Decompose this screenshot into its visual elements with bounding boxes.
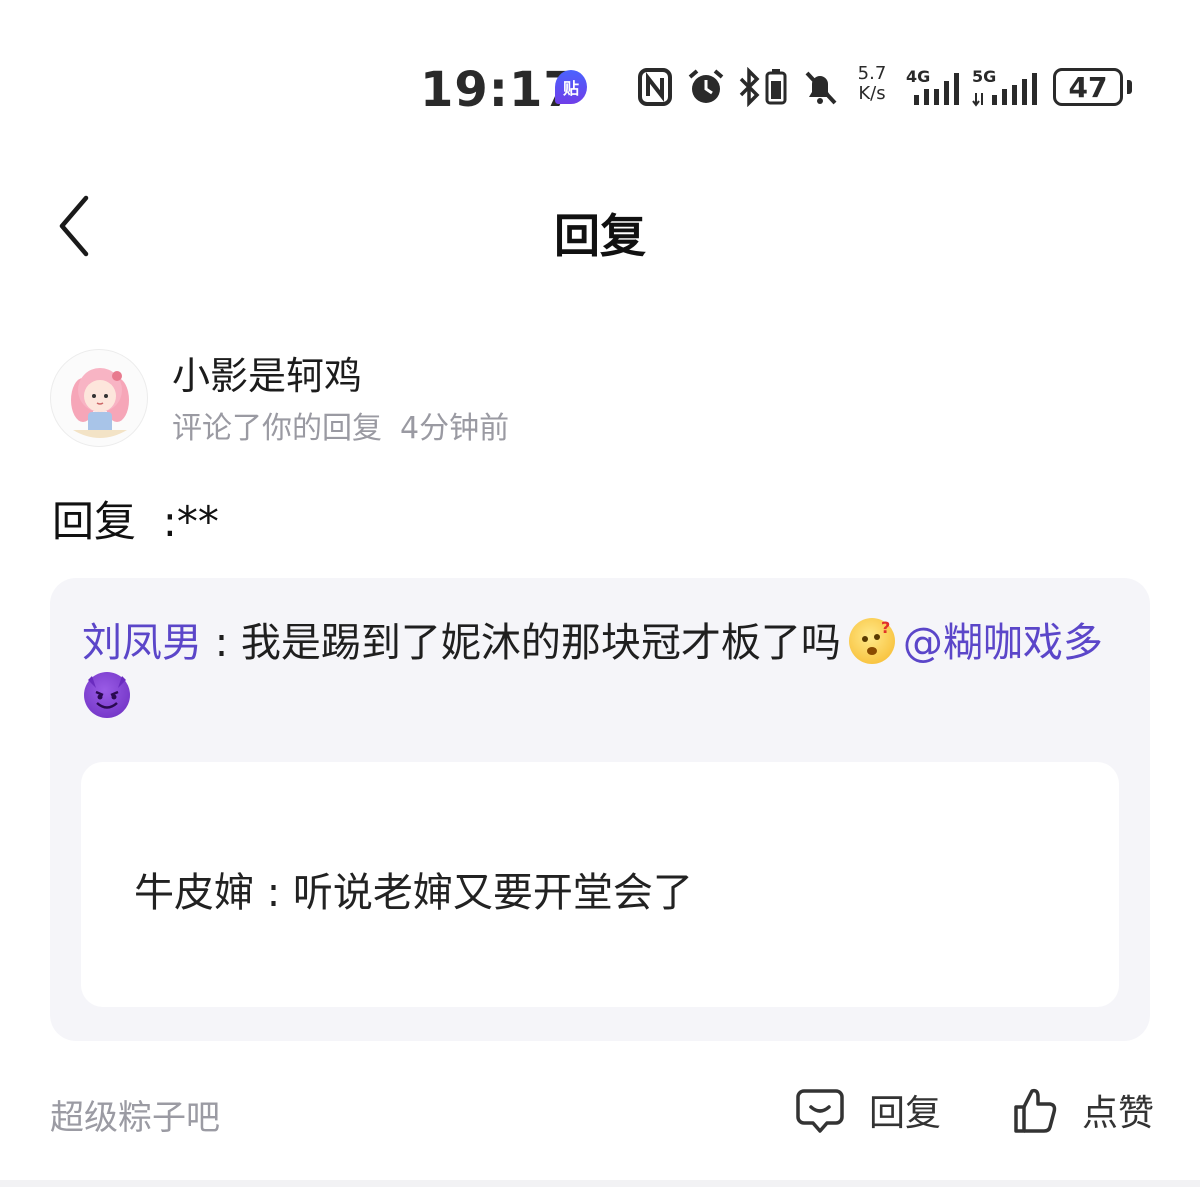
tieba-app-icon: 贴 [555, 70, 587, 104]
like-label: 点赞 [1082, 1093, 1155, 1134]
signal-5g-icon: 5G [972, 66, 1042, 108]
bluetooth-battery-icon [737, 66, 791, 108]
battery-indicator: 47 [1053, 68, 1123, 106]
girl-avatar-icon [71, 368, 129, 438]
bottom-divider [0, 1180, 1200, 1187]
forum-name[interactable]: 超级粽子吧 [50, 1090, 220, 1139]
comment-bubble-icon [796, 1089, 844, 1133]
quote-author[interactable]: 刘凤男 [82, 620, 202, 666]
original-separator: : [254, 870, 293, 916]
original-body: 听说老婶又要开堂会了 [292, 870, 693, 916]
avatar[interactable] [50, 349, 148, 447]
quote-separator: : [202, 620, 241, 666]
page-title: 回复 [554, 209, 646, 263]
mute-bell-icon [801, 66, 839, 108]
signal-4g-icon: 4G [906, 66, 964, 108]
comment-meta: 评论了你的回复 4分钟前 [172, 403, 509, 447]
thumbs-up-icon [1014, 1088, 1057, 1133]
reply-label: 回复 [869, 1093, 942, 1134]
smiling-devil-emoji-icon [84, 672, 130, 718]
original-post-text: 牛皮婶 : 听说老婶又要开堂会了 [134, 860, 693, 918]
mention-link[interactable]: @糊咖戏多 [903, 620, 1103, 666]
quote-body: 我是踢到了妮沐的那块冠才板了吗 [240, 620, 841, 666]
quoted-reply-text: 刘凤男 : 我是踢到了妮沐的那块冠才板了吗 ? @糊咖戏多 [82, 616, 1122, 724]
reply-content: 回复 :** [52, 497, 219, 546]
timestamp: 4分钟前 [400, 411, 510, 446]
like-button[interactable]: 点赞 [1012, 1082, 1154, 1138]
svg-text:?: ? [881, 618, 890, 637]
network-speed: 5.7 K/s [857, 63, 887, 104]
thinking-face-emoji-icon: ? [848, 618, 895, 664]
original-author: 牛皮婶 [134, 870, 254, 916]
nfc-icon [637, 66, 673, 108]
action-text: 评论了你的回复 [172, 411, 382, 446]
battery-tip [1127, 80, 1132, 94]
reply-button[interactable]: 回复 [795, 1082, 941, 1138]
alarm-icon [686, 66, 726, 108]
username[interactable]: 小影是轲鸡 [172, 345, 362, 400]
